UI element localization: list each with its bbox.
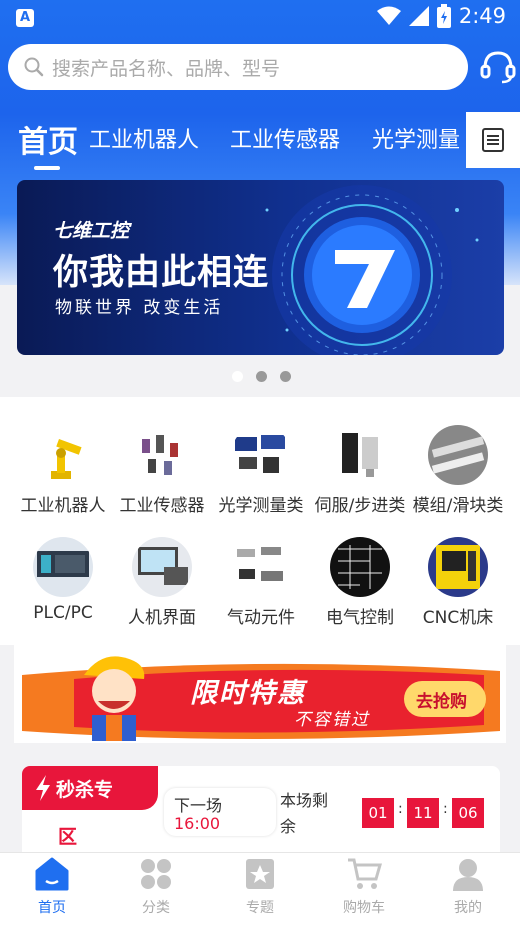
category-plc-pc[interactable]: PLC/PC bbox=[13, 537, 113, 623]
hmi-icon bbox=[132, 537, 192, 597]
pneumatic-icon bbox=[231, 537, 291, 597]
nav-home[interactable]: 首页 bbox=[7, 857, 97, 917]
wifi-icon bbox=[376, 6, 401, 25]
nav-label: 分类 bbox=[142, 900, 170, 916]
next-session[interactable]: 下一场 16:00 bbox=[164, 788, 276, 836]
promo-subtitle: 不容错过 bbox=[294, 710, 370, 730]
plc-icon bbox=[33, 537, 93, 597]
category-hmi[interactable]: 人机界面 bbox=[112, 537, 212, 628]
search-icon bbox=[24, 57, 44, 77]
worker-mascot-icon bbox=[84, 656, 145, 741]
hero-banner[interactable]: 七维工控 你我由此相连 物联世界 改变生活 bbox=[17, 180, 504, 355]
category-icon bbox=[141, 859, 171, 889]
flash-sale-title-cont: 区 bbox=[58, 826, 78, 848]
category-industrial-sensor[interactable]: 工业传感器 bbox=[112, 425, 212, 516]
category-optical-measurement[interactable]: 光学测量类 bbox=[211, 425, 311, 516]
banner-subtitle: 物联世界 改变生活 bbox=[55, 298, 224, 318]
nav-label: 专题 bbox=[246, 900, 274, 916]
nav-label: 购物车 bbox=[343, 900, 385, 916]
tab-industrial-robot[interactable]: 工业机器人 bbox=[89, 122, 199, 154]
remaining-label-line1: 本场剩 bbox=[280, 791, 329, 810]
category-label: CNC机床 bbox=[422, 608, 494, 628]
category-pneumatic[interactable]: 气动元件 bbox=[211, 537, 311, 628]
search-input[interactable]: 搜索产品名称、品牌、型号 bbox=[8, 44, 468, 90]
app-notification-icon: A bbox=[16, 9, 34, 27]
category-label: 工业传感器 bbox=[119, 496, 205, 516]
nav-label: 首页 bbox=[38, 900, 66, 916]
category-module-slide[interactable]: 模组/滑块类 bbox=[408, 425, 508, 516]
category-label: 模组/滑块类 bbox=[412, 496, 504, 516]
tab-home[interactable]: 首页 bbox=[18, 117, 78, 161]
banner-brand: 七维工控 bbox=[53, 220, 130, 242]
list-menu-icon bbox=[482, 128, 504, 152]
tab-industrial-sensor[interactable]: 工业传感器 bbox=[230, 122, 340, 154]
countdown-minutes: 11 bbox=[407, 798, 439, 828]
banner-slogan: 你我由此相连 bbox=[53, 253, 270, 293]
category-servo-stepper[interactable]: 伺服/步进类 bbox=[310, 425, 410, 516]
customer-service-icon[interactable] bbox=[480, 48, 516, 84]
banner-dot[interactable] bbox=[280, 371, 291, 382]
category-label: 电气控制 bbox=[326, 608, 394, 628]
slide-module-icon bbox=[428, 425, 488, 485]
status-time: 2:49 bbox=[458, 4, 506, 28]
category-label: 伺服/步进类 bbox=[314, 496, 406, 516]
countdown-hours: 01 bbox=[362, 798, 394, 828]
cart-icon bbox=[348, 858, 382, 889]
banner-dot-active[interactable] bbox=[232, 371, 243, 382]
category-label: 光学测量类 bbox=[218, 496, 304, 516]
category-label: PLC/PC bbox=[33, 603, 93, 623]
nav-category[interactable]: 分类 bbox=[111, 857, 201, 917]
optical-measure-icon bbox=[231, 425, 291, 485]
status-bar: A 2:49 bbox=[0, 0, 520, 36]
tab-optical-measurement[interactable]: 光学测量 bbox=[372, 122, 460, 154]
nav-topic[interactable]: 专题 bbox=[215, 857, 305, 917]
banner-dot[interactable] bbox=[256, 371, 267, 382]
countdown-seconds: 06 bbox=[452, 798, 484, 828]
nav-profile[interactable]: 我的 bbox=[423, 857, 513, 917]
battery-icon bbox=[436, 4, 451, 28]
category-label: 工业机器人 bbox=[20, 496, 106, 516]
search-placeholder: 搜索产品名称、品牌、型号 bbox=[52, 57, 281, 80]
next-session-label: 下一场 bbox=[174, 796, 223, 815]
countdown-colon: : bbox=[443, 801, 448, 817]
promo-banner[interactable]: 限时特惠 不容错过 去抢购 bbox=[14, 645, 506, 743]
remaining-label: 本场剩 余 bbox=[280, 788, 328, 840]
bottom-navigation: 首页 分类 专题 购物车 我的 bbox=[0, 852, 520, 925]
nav-cart[interactable]: 购物车 bbox=[319, 857, 409, 917]
category-grid: 工业机器人 工业传感器 光学测量类 伺服/步进类 模组/滑块类 PLC/PC 人… bbox=[0, 397, 520, 645]
promo-buy-button[interactable]: 去抢购 bbox=[416, 687, 467, 712]
signal-icon bbox=[408, 6, 429, 26]
lightning-icon bbox=[36, 775, 50, 801]
tabs-menu-button[interactable] bbox=[466, 112, 520, 168]
profile-icon bbox=[453, 859, 483, 891]
category-tabs: 首页 工业机器人 工业传感器 光学测量 bbox=[0, 112, 520, 172]
banner-pagination bbox=[0, 371, 520, 383]
tab-active-indicator bbox=[34, 166, 60, 170]
category-label: 人机界面 bbox=[128, 608, 196, 628]
nav-label: 我的 bbox=[454, 900, 482, 916]
category-label: 气动元件 bbox=[227, 608, 295, 628]
sensor-icon bbox=[132, 425, 192, 485]
next-session-time: 16:00 bbox=[174, 814, 221, 833]
countdown-colon: : bbox=[398, 801, 403, 817]
servo-motor-icon bbox=[330, 425, 390, 485]
flash-sale-title: 秒杀专 bbox=[56, 779, 114, 801]
robot-arm-icon bbox=[33, 425, 93, 485]
category-industrial-robot[interactable]: 工业机器人 bbox=[13, 425, 113, 516]
topic-icon bbox=[246, 859, 274, 889]
flash-sale-card: 秒杀专 区 下一场 16:00 本场剩 余 01 : 11 : 06 bbox=[22, 766, 500, 866]
cnc-icon bbox=[428, 537, 488, 597]
electric-control-icon bbox=[330, 537, 390, 597]
category-cnc[interactable]: CNC机床 bbox=[408, 537, 508, 628]
remaining-label-line2: 余 bbox=[280, 817, 297, 836]
home-icon bbox=[35, 857, 69, 891]
category-electric-control[interactable]: 电气控制 bbox=[310, 537, 410, 628]
flash-sale-tag[interactable]: 秒杀专 bbox=[22, 766, 158, 810]
promo-title: 限时特惠 bbox=[190, 678, 306, 709]
